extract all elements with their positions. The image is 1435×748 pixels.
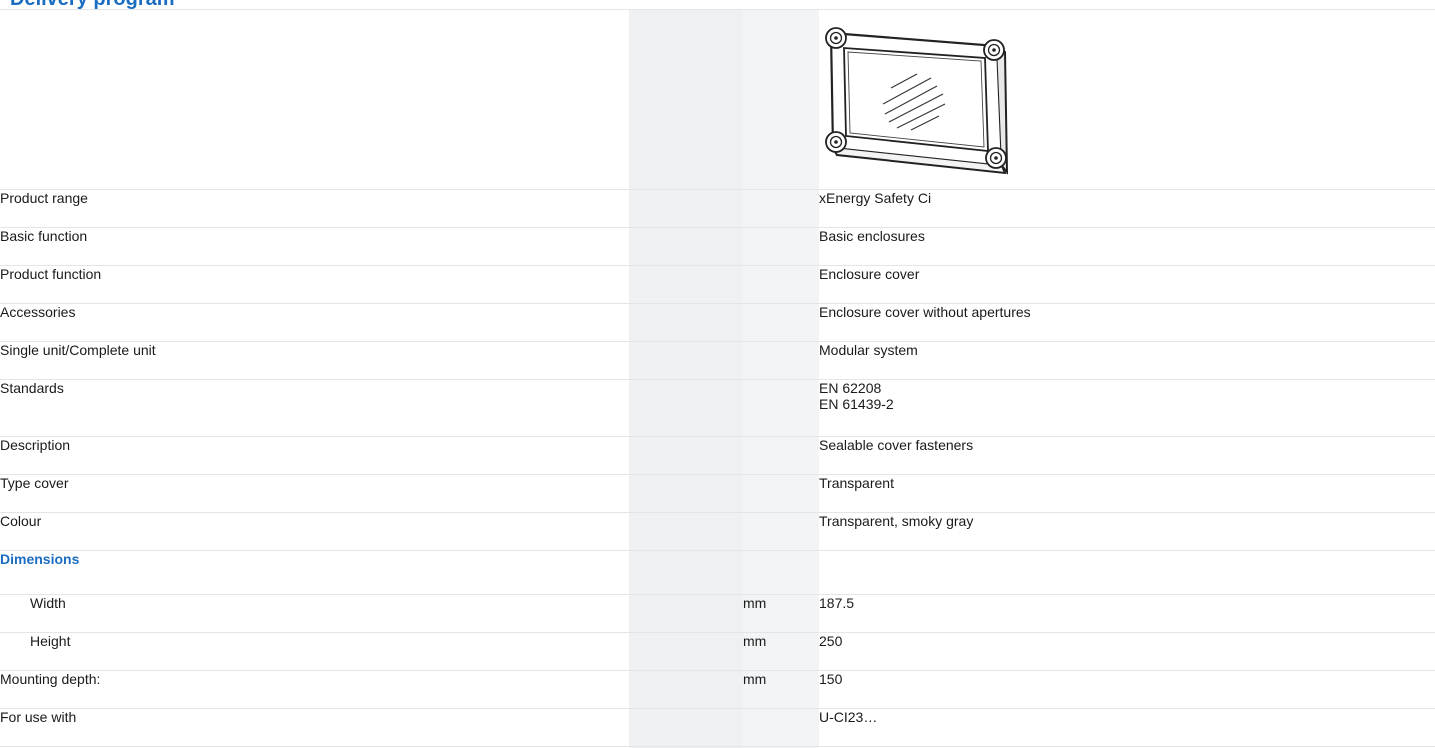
- spec-row-width: Width mm 187.5: [0, 594, 1435, 633]
- row-value: Modular system: [819, 341, 1435, 380]
- spec-row-colour: Colour Transparent, smoky gray: [0, 512, 1435, 551]
- standard-item: EN 61439-2: [819, 396, 894, 412]
- row-value: 187.5: [819, 594, 1435, 633]
- row-value: Transparent: [819, 474, 1435, 513]
- row-value: U-CI23…: [819, 708, 1435, 747]
- dimensions-heading-row: Dimensions: [0, 550, 1435, 595]
- spec-table: Product range xEnergy Safety Ci Basic fu…: [0, 9, 1435, 747]
- row-label: For use with: [0, 708, 629, 747]
- row-label: Accessories: [0, 303, 629, 342]
- row-unit: [743, 512, 819, 551]
- row-value: Transparent, smoky gray: [819, 512, 1435, 551]
- enclosure-cover-icon: [825, 27, 1009, 175]
- spec-row-single-unit: Single unit/Complete unit Modular system: [0, 341, 1435, 380]
- row-value: Enclosure cover: [819, 265, 1435, 304]
- row-unit: mm: [743, 670, 819, 709]
- row-label: Standards: [0, 379, 629, 437]
- row-unit: [743, 379, 819, 437]
- spec-row-accessories: Accessories Enclosure cover without aper…: [0, 303, 1435, 342]
- spec-row-for-use-with: For use with U-CI23…: [0, 708, 1435, 747]
- row-value: 250: [819, 632, 1435, 671]
- row-label: Product range: [0, 189, 629, 228]
- row-value: xEnergy Safety Ci: [819, 189, 1435, 228]
- standard-item: EN 62208: [819, 380, 882, 396]
- row-value: EN 62208 EN 61439-2: [819, 379, 1435, 437]
- row-unit: [743, 708, 819, 747]
- product-image-row: [0, 9, 1435, 190]
- spec-row-height: Height mm 250: [0, 632, 1435, 671]
- spec-row-product-function: Product function Enclosure cover: [0, 265, 1435, 304]
- spec-row-type-cover: Type cover Transparent: [0, 474, 1435, 513]
- row-value: 150: [819, 670, 1435, 709]
- row-label: Colour: [0, 512, 629, 551]
- row-unit: mm: [743, 632, 819, 671]
- spec-row-basic-function: Basic function Basic enclosures: [0, 227, 1435, 266]
- spec-row-standards: Standards EN 62208 EN 61439-2: [0, 379, 1435, 437]
- spec-row-mounting-depth: Mounting depth: mm 150: [0, 670, 1435, 709]
- row-unit: mm: [743, 594, 819, 633]
- row-label: Width: [0, 594, 629, 633]
- row-label: Type cover: [0, 474, 629, 513]
- row-unit: [743, 189, 819, 228]
- row-unit: [743, 341, 819, 380]
- row-unit: [743, 474, 819, 513]
- row-label: Description: [0, 436, 629, 475]
- row-label: Basic function: [0, 227, 629, 266]
- row-value: Enclosure cover without apertures: [819, 303, 1435, 342]
- row-value: Basic enclosures: [819, 227, 1435, 266]
- spec-sheet: Delivery program: [0, 0, 1435, 748]
- spec-row-description: Description Sealable cover fasteners: [0, 436, 1435, 475]
- row-label: Single unit/Complete unit: [0, 341, 629, 380]
- row-label: Mounting depth:: [0, 670, 629, 709]
- dimensions-heading: Dimensions: [0, 550, 629, 595]
- row-value: Sealable cover fasteners: [819, 436, 1435, 475]
- spec-row-product-range: Product range xEnergy Safety Ci: [0, 189, 1435, 228]
- row-unit: [743, 265, 819, 304]
- row-label: Product function: [0, 265, 629, 304]
- row-unit: [743, 227, 819, 266]
- row-unit: [743, 436, 819, 475]
- row-label: Height: [0, 632, 629, 671]
- row-unit: [743, 303, 819, 342]
